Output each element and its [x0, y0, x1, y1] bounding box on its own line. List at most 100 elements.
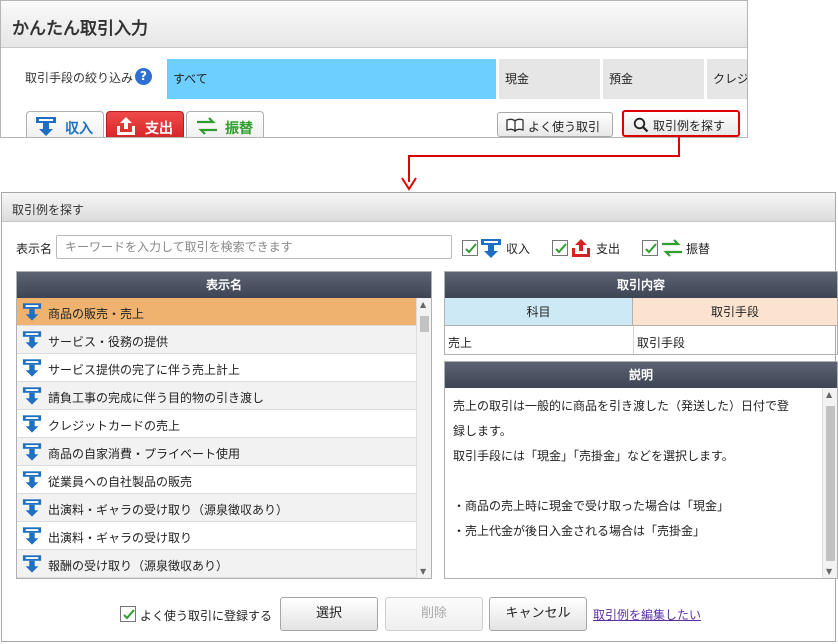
- method-value: 取引手段: [637, 336, 686, 350]
- search-example-dialog: 取引例を探す 表示名 収入 支出 振替 表示名 商品の販売・売上 サービス・役務…: [1, 192, 838, 642]
- income-icon: [22, 470, 42, 492]
- scroll-down-icon[interactable]: ▼: [826, 567, 832, 576]
- income-icon: [22, 526, 42, 548]
- search-example-button[interactable]: 取引例を探す: [622, 110, 740, 137]
- list-scrollbar[interactable]: ▲ ▼: [416, 298, 431, 578]
- page-title: かんたん取引入力: [12, 19, 148, 39]
- method-filter-label: 取引手段の絞り込み: [25, 71, 134, 85]
- income-icon: [22, 330, 42, 352]
- keyword-search-input[interactable]: [56, 235, 452, 259]
- description-panel: 説明 売上の取引は一般的に商品を引き渡した（発送した）日付で登 録します。 取引…: [444, 361, 838, 579]
- description-line: 取引手段には「現金」「売掛金」などを選択します。: [453, 449, 734, 463]
- expense-icon: [115, 116, 137, 137]
- list-item-label: サービス提供の完了に伴う売上計上: [48, 363, 241, 377]
- income-icon: [22, 386, 42, 408]
- filter-expense-checkbox[interactable]: 支出: [552, 237, 632, 259]
- tab-expense[interactable]: 支出: [106, 111, 184, 137]
- list-item-label: 出演料・ギャラの受け取り（源泉徴収あり）: [48, 503, 289, 517]
- checkbox-checked-icon[interactable]: [462, 240, 478, 256]
- scroll-thumb[interactable]: [420, 316, 429, 332]
- list-item[interactable]: 出演料・ギャラの受け取り: [17, 522, 417, 550]
- income-icon: [22, 442, 42, 464]
- description-scrollbar[interactable]: ▲ ▼: [822, 388, 837, 578]
- register-favorite-label: よく使う取引に登録する: [140, 609, 273, 623]
- dialog-header: [2, 193, 835, 222]
- filter-income-label: 収入: [506, 242, 531, 256]
- list-item[interactable]: クレジットカードの売上: [17, 410, 417, 438]
- method-tab-all[interactable]: すべて: [167, 59, 496, 99]
- list-item[interactable]: サービス・役務の提供: [17, 326, 417, 354]
- method-tab-deposit[interactable]: 預金: [603, 59, 704, 99]
- account-value: 売上: [448, 336, 473, 350]
- income-icon: [22, 498, 42, 520]
- expense-icon: [570, 237, 592, 262]
- method-tab-credit[interactable]: クレジ: [707, 59, 747, 99]
- scroll-down-icon[interactable]: ▼: [420, 567, 426, 576]
- connector-arrow-icon: [401, 136, 680, 191]
- income-icon: [22, 358, 42, 380]
- list-rows: 商品の販売・売上 サービス・役務の提供 サービス提供の完了に伴う売上計上 請負工…: [17, 298, 417, 578]
- income-icon: [22, 554, 42, 576]
- cancel-button[interactable]: キャンセル: [489, 597, 587, 631]
- scroll-thumb[interactable]: [826, 406, 835, 561]
- detail-columns: 科目 取引手段: [445, 298, 837, 326]
- delete-button[interactable]: 削除: [385, 597, 483, 631]
- description-line: ・商品の売上時に現金で受け取った場合は「現金」: [453, 499, 730, 513]
- list-item[interactable]: 商品の販売・売上: [17, 298, 417, 326]
- register-favorite-checkbox[interactable]: よく使う取引に登録する: [120, 604, 280, 626]
- display-name-label: 表示名: [16, 242, 53, 256]
- checkbox-checked-icon[interactable]: [552, 240, 568, 256]
- list-item[interactable]: 出演料・ギャラの受け取り（源泉徴収あり）: [17, 494, 417, 522]
- tab-expense-label: 支出: [145, 121, 173, 137]
- list-item[interactable]: サービス提供の完了に伴う売上計上: [17, 354, 417, 382]
- list-item[interactable]: 報酬の受け取り（源泉徴収あり）: [17, 550, 417, 578]
- transaction-detail: 取引内容 科目 取引手段 売上 取引手段: [444, 271, 838, 355]
- list-item-label: クレジットカードの売上: [48, 419, 181, 433]
- method-tab-cash[interactable]: 現金: [499, 59, 600, 99]
- description-line: ・売上代金が後日入金される場合は「売掛金」: [453, 524, 706, 538]
- list-item-label: 商品の自家消費・プライベート使用: [48, 447, 241, 461]
- checkbox-checked-icon[interactable]: [120, 606, 136, 622]
- select-button[interactable]: 選択: [280, 597, 378, 631]
- favorite-transactions-button[interactable]: よく使う取引: [497, 112, 613, 137]
- filter-income-checkbox[interactable]: 収入: [462, 237, 542, 259]
- transfer-icon: [195, 116, 219, 137]
- dialog-title: 取引例を探す: [12, 203, 85, 217]
- description-header: 説明: [445, 362, 837, 388]
- description-line: 売上の取引は一般的に商品を引き渡した（発送した）日付で登: [453, 399, 790, 413]
- income-icon: [480, 237, 502, 262]
- list-item[interactable]: 請負工事の完成に伴う目的物の引き渡し: [17, 382, 417, 410]
- income-icon: [35, 116, 57, 137]
- transfer-icon: [660, 237, 684, 262]
- description-line: [453, 469, 813, 494]
- tab-transfer[interactable]: 振替: [186, 111, 264, 137]
- detail-header: 取引内容: [445, 272, 837, 298]
- help-icon[interactable]: ?: [135, 68, 152, 85]
- description-text: 売上の取引は一般的に商品を引き渡した（発送した）日付で登 録します。 取引手段に…: [453, 394, 813, 544]
- checkbox-checked-icon[interactable]: [642, 240, 658, 256]
- column-divider: [633, 326, 634, 354]
- search-icon: [633, 117, 649, 136]
- edit-examples-link[interactable]: 取引例を編集したい: [593, 606, 701, 623]
- favorite-transactions-label: よく使う取引: [528, 120, 601, 134]
- list-item[interactable]: 従業員への自社製品の販売: [17, 466, 417, 494]
- list-item-label: 報酬の受け取り（源泉徴収あり）: [48, 559, 229, 573]
- tab-income[interactable]: 収入: [26, 111, 104, 137]
- column-method: 取引手段: [633, 298, 837, 326]
- list-item-label: 請負工事の完成に伴う目的物の引き渡し: [48, 391, 265, 405]
- column-account: 科目: [445, 298, 633, 326]
- quick-entry-panel: かんたん取引入力 取引手段の絞り込み ? すべて 現金 預金 クレジ 収入 支出…: [0, 0, 748, 138]
- search-example-label: 取引例を探す: [653, 119, 726, 133]
- filter-transfer-checkbox[interactable]: 振替: [642, 237, 722, 259]
- filter-transfer-label: 振替: [686, 242, 711, 256]
- filter-expense-label: 支出: [596, 242, 621, 256]
- description-line: 録します。: [453, 424, 512, 438]
- list-header: 表示名: [17, 272, 431, 298]
- income-icon: [22, 414, 42, 436]
- tab-transfer-label: 振替: [225, 121, 253, 137]
- example-list: 表示名 商品の販売・売上 サービス・役務の提供 サービス提供の完了に伴う売上計上…: [16, 271, 432, 579]
- list-item[interactable]: 商品の自家消費・プライベート使用: [17, 438, 417, 466]
- scroll-up-icon[interactable]: ▲: [826, 390, 832, 399]
- scroll-up-icon[interactable]: ▲: [420, 300, 426, 309]
- list-item-label: 商品の販売・売上: [48, 307, 145, 321]
